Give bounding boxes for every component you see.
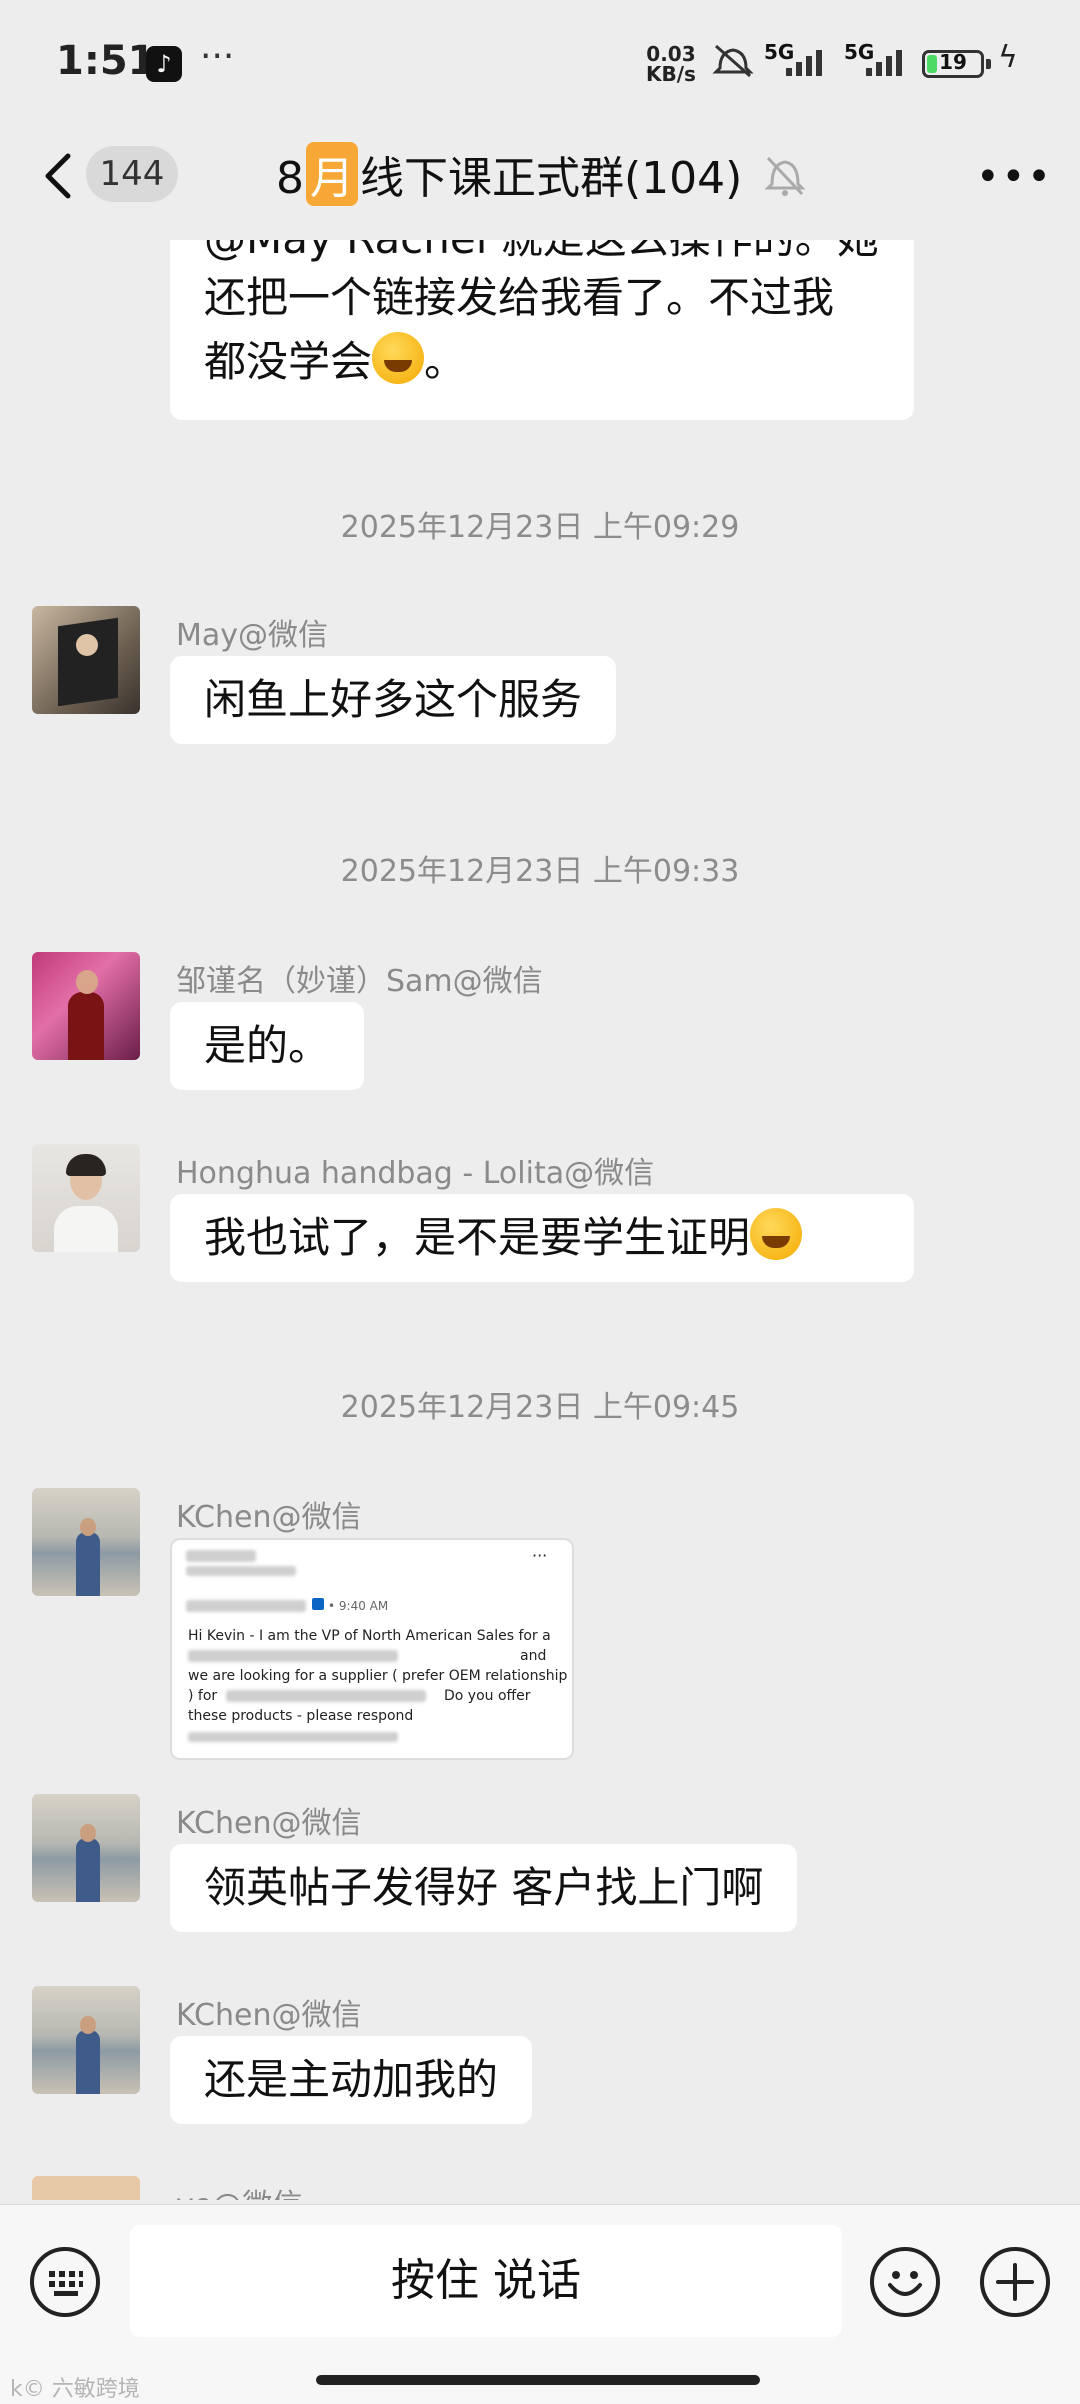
blurred-text [226, 1690, 426, 1702]
avatar-face [76, 634, 98, 656]
more-options-icon[interactable]: ••• [976, 154, 1053, 200]
chat-header: 144 8 月线下课正式群(104) ••• [0, 130, 1080, 240]
mute-vibrate-icon [712, 44, 754, 78]
battery-icon: 19 [922, 50, 984, 78]
back-arrow-icon[interactable] [40, 146, 90, 206]
more-icon: ··· [532, 1546, 548, 1565]
charging-icon: ϟ [998, 40, 1018, 75]
tiktok-notification-icon: ♪ [146, 46, 182, 82]
message-text: 闲鱼上好多这个服务 [204, 675, 583, 724]
image-text-line: ) for [188, 1688, 218, 1704]
sender-name: KChen@微信 [176, 1998, 362, 2033]
timestamp: 2025年12月23日 上午09:29 [340, 510, 740, 545]
signal-icon-1 [786, 50, 822, 76]
muted-bell-icon [764, 156, 806, 196]
emoji-icon[interactable] [870, 2247, 940, 2317]
smile-glyph [888, 2271, 922, 2296]
network-speed-value: 0.03 [646, 42, 696, 66]
avatar[interactable] [32, 1488, 140, 1596]
keyboard-toggle-icon[interactable] [30, 2247, 100, 2317]
plus-glyph [996, 2263, 1034, 2301]
timestamp: 2025年12月23日 上午09:45 [340, 1390, 740, 1425]
avatar-hair [66, 1154, 106, 1176]
group-title-highlight: 月 [306, 142, 358, 206]
sender-name: KChen@微信 [176, 1500, 362, 1535]
avatar-figure [76, 1838, 100, 1902]
avatar-face [80, 2016, 96, 2034]
blurred-name [186, 1566, 296, 1576]
message-text: 还是主动加我的 [204, 2055, 499, 2104]
group-title-suffix: 线下课正式群(104) [360, 153, 743, 204]
image-text-line: these products - please respond [188, 1708, 414, 1724]
blurred-name [186, 1550, 256, 1562]
avatar[interactable] [32, 1144, 140, 1252]
image-timestamp: • 9:40 AM [328, 1599, 389, 1613]
message-list[interactable]: @May Rachel 就是这么操作的。她 还把一个链接发给我看了。不过我 都没… [0, 240, 1080, 2200]
avatar[interactable] [32, 606, 140, 714]
message-bubble[interactable]: @May Rachel 就是这么操作的。她 还把一个链接发给我看了。不过我 都没… [170, 240, 914, 420]
avatar-figure [68, 992, 104, 1060]
message-bubble[interactable]: 还是主动加我的 [170, 2036, 533, 2124]
avatar[interactable] [32, 952, 140, 1060]
sender-name: May@微信 [176, 618, 329, 653]
message-text-line: 还把一个链接发给我看了。不过我 [204, 273, 835, 322]
blurred-text [188, 1732, 398, 1742]
message-text: 领英帖子发得好 客户找上门啊 [204, 1863, 764, 1912]
message-text: 是的。 [204, 1021, 331, 1070]
battery-level: 19 [939, 50, 967, 74]
network-speed: 0.03 KB/s [646, 44, 696, 84]
avatar-face [80, 1518, 96, 1536]
blurred-name [186, 1600, 306, 1612]
status-bar: 1:51 ♪ ··· 0.03 KB/s 5G 5G 19 ϟ [0, 0, 1080, 130]
blurred-text [188, 1650, 398, 1662]
avatar-figure [76, 2030, 100, 2094]
cry-laugh-emoji-icon [750, 1208, 803, 1260]
message-bubble[interactable]: 我也试了，是不是要学生证明 [170, 1194, 914, 1282]
group-title[interactable]: 8 月线下课正式群(104) [276, 142, 742, 206]
avatar-figure [76, 1532, 100, 1596]
linkedin-icon [312, 1598, 324, 1610]
avatar-face [80, 1824, 96, 1842]
keyboard-glyph [49, 2271, 83, 2296]
avatar-face [76, 970, 98, 994]
sender-name: 邹谨名（妙谨）Sam@微信 [176, 964, 543, 999]
image-text-line: we are looking for a supplier ( prefer O… [188, 1668, 568, 1684]
message-text-line: @May Rachel 就是这么操作的。她 [204, 240, 880, 266]
image-text-line: and [520, 1648, 547, 1664]
watermark: k© 六敏跨境 [10, 2377, 140, 2402]
image-text-line: Hi Kevin - I am the VP of North American… [188, 1628, 551, 1644]
network-speed-unit: KB/s [646, 62, 696, 86]
image-message-linkedin-screenshot[interactable]: ··· • 9:40 AM Hi Kevin - I am the VP of … [170, 1538, 574, 1760]
hold-to-talk-button[interactable]: 按住 说话 [130, 2225, 842, 2337]
battery-tip [986, 59, 991, 69]
message-text: 都没学会 [204, 337, 373, 386]
unread-count-badge[interactable]: 144 [86, 146, 178, 202]
message-text-line: 都没学会 。 [204, 330, 880, 394]
home-indicator[interactable] [316, 2375, 760, 2385]
message-bubble[interactable]: 是的。 [170, 1002, 365, 1090]
avatar-figure [54, 1206, 118, 1252]
message-text: 。 [424, 337, 467, 386]
avatar[interactable] [32, 1794, 140, 1902]
message-bubble[interactable]: 领英帖子发得好 客户找上门啊 [170, 1844, 798, 1932]
input-bar: 按住 说话 k© 六敏跨境 [0, 2204, 1080, 2404]
status-time: 1:51 [56, 38, 156, 84]
sender-name: ye@微信 [176, 2180, 302, 2200]
cry-laugh-emoji-icon [372, 332, 425, 384]
group-title-prefix: 8 [276, 153, 304, 204]
sender-name: Honghua handbag - Lolita@微信 [176, 1156, 655, 1191]
sender-name: KChen@微信 [176, 1806, 362, 1841]
signal-icon-2 [866, 50, 902, 76]
message-bubble[interactable]: 闲鱼上好多这个服务 [170, 656, 617, 744]
plus-icon[interactable] [980, 2247, 1050, 2317]
avatar-book [58, 617, 118, 707]
timestamp: 2025年12月23日 上午09:33 [340, 854, 740, 889]
message-text: 我也试了，是不是要学生证明 [204, 1213, 751, 1262]
avatar[interactable] [32, 2176, 140, 2200]
avatar[interactable] [32, 1986, 140, 2094]
image-text-line: Do you offer [444, 1688, 531, 1704]
more-notifications-icon: ··· [200, 36, 235, 77]
